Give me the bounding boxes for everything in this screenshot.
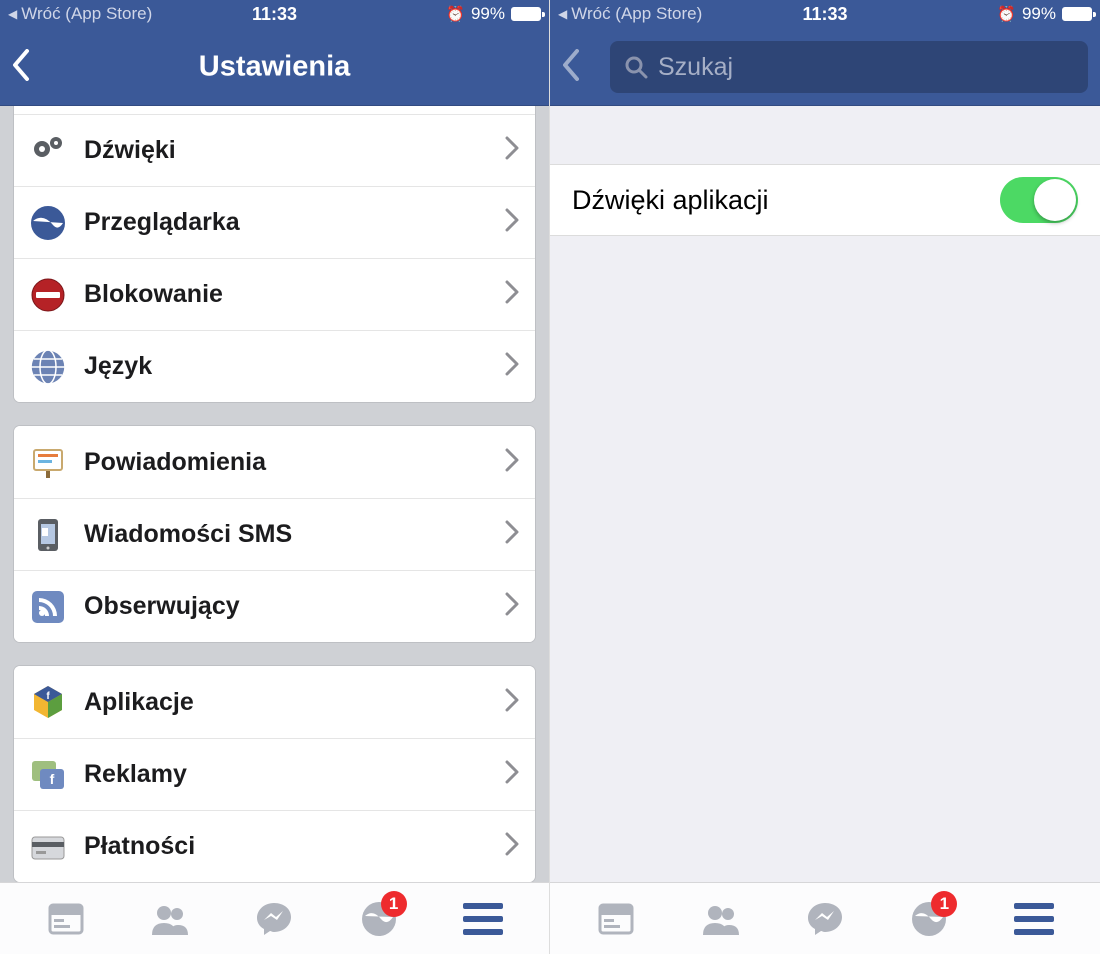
notification-badge: 1 (381, 891, 407, 917)
battery-percent: 99% (1022, 4, 1056, 24)
row-followers[interactable]: Obserwujący (14, 570, 535, 642)
settings-group-3: f Aplikacje f Reklamy Pł (14, 666, 535, 882)
page-title: Ustawienia (199, 51, 351, 84)
chevron-right-icon (505, 592, 519, 621)
app-sounds-toggle[interactable] (1000, 177, 1078, 223)
tab-notifications[interactable]: 1 (899, 895, 959, 943)
chevron-right-icon (505, 208, 519, 237)
row-notifications-label: Powiadomienia (84, 448, 505, 477)
row-ads[interactable]: f Reklamy (14, 738, 535, 810)
row-apps[interactable]: f Aplikacje (14, 666, 535, 738)
tab-feed[interactable] (586, 895, 646, 943)
back-button[interactable] (12, 49, 52, 86)
row-apps-label: Aplikacje (84, 688, 505, 717)
switch-knob (1034, 179, 1076, 221)
search-placeholder: Szukaj (658, 53, 733, 82)
tab-messenger[interactable] (244, 895, 304, 943)
row-ads-label: Reklamy (84, 760, 505, 789)
gears-icon (26, 129, 70, 173)
row-blocking-label: Blokowanie (84, 280, 505, 309)
tab-bar: 1 (550, 882, 1100, 954)
language-icon (26, 345, 70, 389)
status-right: ⏰ 99% (997, 4, 1092, 24)
notifications-icon (26, 440, 70, 484)
row-followers-label: Obserwujący (84, 592, 505, 621)
row-peek (14, 106, 535, 114)
chevron-right-icon (505, 280, 519, 309)
rss-icon (26, 585, 70, 629)
notification-badge: 1 (931, 891, 957, 917)
row-sms[interactable]: Wiadomości SMS (14, 498, 535, 570)
tab-menu[interactable] (1004, 895, 1064, 943)
chevron-right-icon (505, 688, 519, 717)
tab-messenger[interactable] (795, 895, 855, 943)
row-browser[interactable]: Przeglądarka (14, 186, 535, 258)
chevron-right-icon (505, 832, 519, 861)
tab-feed[interactable] (36, 895, 96, 943)
screen-sounds: Wróć (App Store) 11:33 ⏰ 99% Szukaj Dźwi… (550, 0, 1100, 954)
tab-bar: 1 (0, 882, 549, 954)
row-sounds[interactable]: Dźwięki (14, 114, 535, 186)
alarm-icon: ⏰ (446, 5, 465, 23)
chevron-right-icon (505, 520, 519, 549)
status-time: 11:33 (802, 4, 847, 25)
search-icon (624, 55, 648, 79)
row-browser-label: Przeglądarka (84, 208, 505, 237)
nav-bar: Ustawienia (0, 28, 549, 106)
hamburger-icon (1014, 903, 1054, 935)
row-blocking[interactable]: Blokowanie (14, 258, 535, 330)
search-input[interactable]: Szukaj (610, 41, 1088, 93)
settings-group-1: Dźwięki Przeglądarka Blokowanie (14, 106, 535, 402)
nav-bar: Szukaj (550, 28, 1100, 106)
chevron-right-icon (505, 448, 519, 477)
hamburger-icon (463, 903, 503, 935)
status-bar: Wróć (App Store) 11:33 ⏰ 99% (550, 0, 1100, 28)
back-to-app-label: Wróć (App Store) (571, 4, 702, 24)
row-sounds-label: Dźwięki (84, 136, 505, 165)
row-app-sounds: Dźwięki aplikacji (550, 164, 1100, 236)
status-time: 11:33 (252, 4, 297, 25)
battery-percent: 99% (471, 4, 505, 24)
tab-friends[interactable] (140, 895, 200, 943)
tab-friends[interactable] (691, 895, 751, 943)
battery-icon (1062, 7, 1092, 21)
back-to-app[interactable]: Wróć (App Store) (558, 4, 702, 24)
back-to-app-label: Wróć (App Store) (21, 4, 152, 24)
app-sounds-label: Dźwięki aplikacji (572, 185, 1000, 216)
cube-icon: f (26, 680, 70, 724)
tab-menu[interactable] (453, 895, 513, 943)
sounds-content: Dźwięki aplikacji (550, 106, 1100, 882)
settings-content[interactable]: Dźwięki Przeglądarka Blokowanie (0, 106, 549, 882)
row-payments-label: Płatności (84, 832, 505, 861)
phone-icon (26, 513, 70, 557)
settings-group-2: Powiadomienia Wiadomości SMS Obserwujący (14, 426, 535, 642)
card-icon (26, 825, 70, 869)
back-button[interactable] (562, 49, 602, 86)
status-bar: Wróć (App Store) 11:33 ⏰ 99% (0, 0, 549, 28)
back-to-app[interactable]: Wróć (App Store) (8, 4, 152, 24)
status-right: ⏰ 99% (446, 4, 541, 24)
block-icon (26, 273, 70, 317)
row-sms-label: Wiadomości SMS (84, 520, 505, 549)
chevron-right-icon (505, 136, 519, 165)
row-payments[interactable]: Płatności (14, 810, 535, 882)
globe-icon (26, 201, 70, 245)
svg-text:f: f (50, 771, 55, 787)
row-notifications[interactable]: Powiadomienia (14, 426, 535, 498)
tab-notifications[interactable]: 1 (349, 895, 409, 943)
row-language-label: Język (84, 352, 505, 381)
ads-icon: f (26, 753, 70, 797)
chevron-right-icon (505, 352, 519, 381)
screen-settings: Wróć (App Store) 11:33 ⏰ 99% Ustawienia … (0, 0, 550, 954)
alarm-icon: ⏰ (997, 5, 1016, 23)
battery-icon (511, 7, 541, 21)
row-language[interactable]: Język (14, 330, 535, 402)
chevron-right-icon (505, 760, 519, 789)
